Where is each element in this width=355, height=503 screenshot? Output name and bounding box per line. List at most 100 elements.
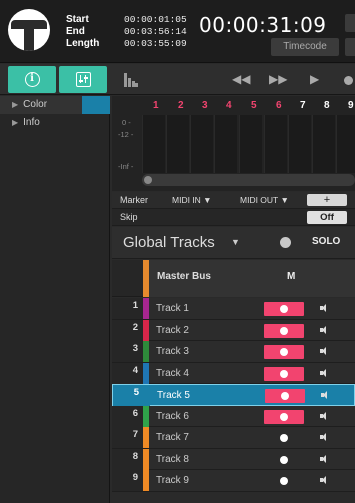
toolbar: i ◀◀ ▶▶ ▶ bbox=[0, 64, 355, 95]
inspector-info-label: Info bbox=[23, 117, 40, 128]
speaker-icon[interactable] bbox=[320, 303, 330, 313]
record-arm-button[interactable] bbox=[264, 409, 304, 424]
add-marker-button[interactable]: + bbox=[307, 194, 347, 206]
track-name[interactable]: Track 9 bbox=[156, 475, 189, 486]
speaker-icon[interactable] bbox=[320, 454, 330, 464]
end-value[interactable]: 00:03:56:14 bbox=[124, 26, 187, 38]
header-button-top[interactable] bbox=[345, 14, 355, 32]
inspector-color-label: Color bbox=[23, 99, 48, 110]
mute-button[interactable]: M bbox=[287, 271, 295, 282]
record-icon bbox=[281, 392, 289, 400]
meter-channel-number: 7 bbox=[300, 100, 306, 111]
record-arm-button[interactable] bbox=[264, 366, 304, 381]
track-row[interactable]: 8 Track 8 bbox=[112, 448, 355, 470]
meter-scale-label: -12 - bbox=[118, 130, 134, 139]
speaker-icon[interactable] bbox=[320, 411, 330, 421]
master-bus-body: Master Bus M bbox=[149, 260, 355, 297]
inspector-color-row[interactable]: ▶ Color bbox=[0, 96, 110, 114]
track-row[interactable]: 5 Track 5 bbox=[112, 384, 355, 406]
meter-channel-number: 9 bbox=[348, 100, 354, 111]
meter-column bbox=[264, 115, 287, 173]
time-values: 00:00:01:05 00:03:56:14 00:03:55:09 bbox=[124, 14, 187, 50]
current-time: 00:00:31:09 bbox=[199, 13, 327, 37]
solo-button[interactable]: SOLO bbox=[312, 236, 340, 247]
record-icon bbox=[280, 455, 288, 464]
record-arm-button[interactable] bbox=[264, 474, 304, 488]
track-name[interactable]: Track 2 bbox=[156, 325, 189, 336]
meter-column bbox=[288, 115, 311, 173]
midi-out-dropdown[interactable]: MIDI OUT ▼ bbox=[240, 192, 289, 209]
record-all-icon[interactable] bbox=[280, 237, 291, 248]
header-button-bottom[interactable] bbox=[345, 38, 355, 56]
track-name[interactable]: Track 8 bbox=[156, 454, 189, 465]
scrollbar-thumb[interactable] bbox=[144, 176, 152, 184]
speaker-icon[interactable] bbox=[320, 432, 330, 442]
meter-column bbox=[142, 115, 165, 173]
track-number: 8 bbox=[112, 448, 143, 470]
tab-info[interactable]: i bbox=[8, 66, 56, 93]
speaker-icon[interactable] bbox=[320, 475, 330, 485]
time-labels: Start End Length bbox=[66, 14, 99, 50]
length-value[interactable]: 00:03:55:09 bbox=[124, 38, 187, 50]
track-row[interactable]: 9 Track 9 bbox=[112, 470, 355, 492]
track-list: 1 Track 1 2 Track 2 3 Track 3 4 Track 4 5 Track 5… bbox=[112, 298, 355, 492]
record-arm-button[interactable] bbox=[264, 323, 304, 338]
track-number: 6 bbox=[112, 405, 143, 427]
record-icon[interactable] bbox=[344, 76, 353, 85]
track-row[interactable]: 3 Track 3 bbox=[112, 341, 355, 363]
play-icon[interactable]: ▶ bbox=[310, 72, 319, 86]
track-row[interactable]: 6 Track 6 bbox=[112, 405, 355, 427]
track-row[interactable]: 7 Track 7 bbox=[112, 427, 355, 449]
track-row[interactable]: 1 Track 1 bbox=[112, 298, 355, 320]
speaker-icon[interactable] bbox=[320, 368, 330, 378]
transport-header: Start End Length 00:00:01:05 00:03:56:14… bbox=[0, 0, 355, 63]
track-row[interactable]: 4 Track 4 bbox=[112, 362, 355, 384]
tab-mixer[interactable] bbox=[59, 66, 107, 93]
record-arm-button[interactable] bbox=[265, 389, 305, 403]
record-arm-button[interactable] bbox=[264, 453, 304, 467]
record-arm-button[interactable] bbox=[264, 302, 304, 316]
record-arm-button[interactable] bbox=[264, 345, 304, 359]
track-color-strip bbox=[143, 319, 149, 341]
speaker-icon[interactable] bbox=[321, 390, 331, 400]
track-color-strip bbox=[143, 298, 149, 319]
inspector-panel: ▶ Color ▶ Info bbox=[0, 96, 110, 503]
disclosure-triangle-icon: ▶ bbox=[12, 118, 19, 127]
midi-in-dropdown[interactable]: MIDI IN ▼ bbox=[172, 192, 212, 209]
track-color-strip bbox=[143, 341, 149, 362]
track-name[interactable]: Track 6 bbox=[156, 411, 189, 422]
record-icon bbox=[280, 477, 288, 485]
disclosure-triangle-icon: ▶ bbox=[12, 100, 19, 109]
speaker-icon[interactable] bbox=[320, 346, 330, 356]
track-row[interactable]: 2 Track 2 bbox=[112, 319, 355, 341]
track-number: 9 bbox=[112, 470, 143, 491]
t-logo[interactable] bbox=[8, 9, 50, 51]
meter-channel-number: 1 bbox=[153, 100, 159, 111]
track-name[interactable]: Track 5 bbox=[157, 390, 190, 401]
record-icon bbox=[280, 348, 288, 356]
timecode-button[interactable]: Timecode bbox=[271, 38, 339, 56]
meter-icon[interactable] bbox=[124, 73, 138, 87]
record-arm-button[interactable] bbox=[264, 431, 304, 445]
color-swatch[interactable] bbox=[82, 96, 110, 114]
rewind-icon[interactable]: ◀◀ bbox=[232, 72, 250, 86]
record-icon bbox=[280, 434, 288, 442]
track-name[interactable]: Track 7 bbox=[156, 432, 189, 443]
inspector-info-row[interactable]: ▶ Info bbox=[0, 114, 110, 132]
start-value[interactable]: 00:00:01:05 bbox=[124, 14, 187, 26]
speaker-icon[interactable] bbox=[320, 325, 330, 335]
global-tracks-title[interactable]: Global Tracks bbox=[123, 234, 215, 251]
track-name[interactable]: Track 3 bbox=[156, 346, 189, 357]
meter-channel-number: 6 bbox=[276, 100, 282, 111]
skip-toggle[interactable]: Off bbox=[307, 211, 347, 224]
track-name[interactable]: Track 1 bbox=[156, 303, 189, 314]
meter-column bbox=[336, 115, 355, 173]
record-icon bbox=[280, 412, 288, 421]
record-icon bbox=[280, 305, 288, 313]
fast-forward-icon[interactable]: ▶▶ bbox=[269, 72, 287, 86]
horizontal-scrollbar[interactable] bbox=[142, 174, 355, 186]
meter-column bbox=[239, 115, 262, 173]
chevron-down-icon[interactable]: ▼ bbox=[231, 237, 240, 247]
track-name[interactable]: Track 4 bbox=[156, 368, 189, 379]
master-bus-row[interactable]: Master Bus M bbox=[112, 260, 355, 297]
